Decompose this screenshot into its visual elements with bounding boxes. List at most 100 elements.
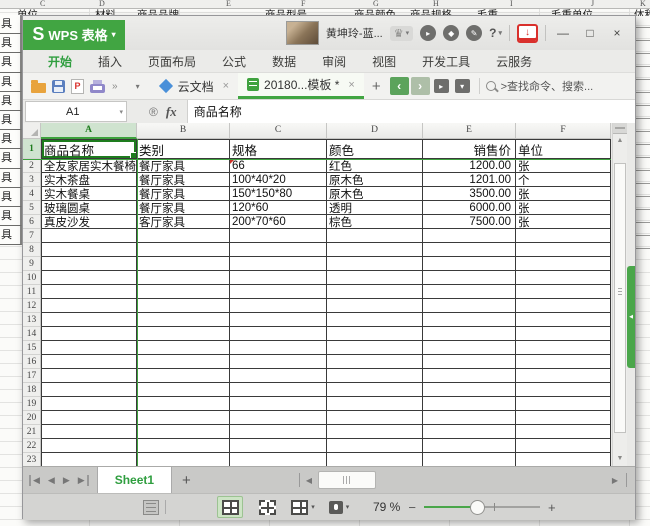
zoom-out-button[interactable]: − xyxy=(408,500,416,515)
scroll-up-icon[interactable]: ▲ xyxy=(613,134,627,148)
cell-C13[interactable] xyxy=(230,313,327,327)
cell-D7[interactable] xyxy=(327,229,423,243)
cell-E21[interactable] xyxy=(423,425,516,439)
cell-E13[interactable] xyxy=(423,313,516,327)
cell-D6[interactable]: 棕色 xyxy=(327,215,423,229)
cell-D14[interactable] xyxy=(327,327,423,341)
pointer-tools-icon[interactable]: ▾ xyxy=(455,79,470,93)
cell-B1[interactable]: 类别 xyxy=(137,139,230,159)
zoom-slider-handle[interactable] xyxy=(470,500,485,515)
row-header-10[interactable]: 10 xyxy=(23,271,41,285)
split-handle[interactable] xyxy=(613,123,627,134)
cell-C23[interactable] xyxy=(230,453,327,466)
row-header-2[interactable]: 2 xyxy=(23,159,41,173)
cell-F18[interactable] xyxy=(516,383,611,397)
open-folder-icon[interactable] xyxy=(31,83,46,93)
cell-E7[interactable] xyxy=(423,229,516,243)
cell-E5[interactable]: 6000.00 xyxy=(423,201,516,215)
select-all-corner[interactable] xyxy=(23,123,41,139)
row-header-15[interactable]: 15 xyxy=(23,341,41,355)
close-tab-icon[interactable]: × xyxy=(223,80,229,92)
cell-F13[interactable] xyxy=(516,313,611,327)
cell-F22[interactable] xyxy=(516,439,611,453)
cell-F9[interactable] xyxy=(516,257,611,271)
cell-D4[interactable]: 原木色 xyxy=(327,187,423,201)
cell-F6[interactable]: 张 xyxy=(516,215,611,229)
docer-icon[interactable]: ▸ xyxy=(420,25,436,41)
reading-mode-button[interactable]: ▾ xyxy=(327,497,351,517)
vertical-scrollbar[interactable]: ▲ ▼ xyxy=(612,123,627,466)
print-icon[interactable] xyxy=(90,84,105,93)
cell-D17[interactable] xyxy=(327,369,423,383)
cell-C12[interactable] xyxy=(230,299,327,313)
ribbon-tab[interactable]: 页面布局 xyxy=(135,53,209,70)
cell-B11[interactable] xyxy=(137,285,230,299)
next-sheet-icon[interactable]: ▶ xyxy=(59,475,74,486)
column-header-D[interactable]: D xyxy=(327,123,423,139)
cell-C6[interactable]: 200*70*60 xyxy=(230,215,327,229)
cell-A21[interactable] xyxy=(41,425,137,439)
row-header-1[interactable]: 1 xyxy=(23,139,41,159)
more-tools-icon[interactable]: » xyxy=(112,81,118,92)
cell-D9[interactable] xyxy=(327,257,423,271)
cell-C21[interactable] xyxy=(230,425,327,439)
cell-A8[interactable] xyxy=(41,243,137,257)
add-sheet-button[interactable]: + xyxy=(182,472,191,489)
cell-A3[interactable]: 实木茶盘 xyxy=(41,173,137,187)
wps-menu-button[interactable]: S WPS 表格 ▾ xyxy=(23,20,125,50)
skin-icon[interactable]: ◆ xyxy=(443,25,459,41)
cell-A10[interactable] xyxy=(41,271,137,285)
cell-E3[interactable]: 1201.00 xyxy=(423,173,516,187)
save-icon[interactable] xyxy=(52,80,65,93)
cell-B12[interactable] xyxy=(137,299,230,313)
cell-E16[interactable] xyxy=(423,355,516,369)
cell-B18[interactable] xyxy=(137,383,230,397)
vertical-scrollbar-thumb[interactable] xyxy=(614,163,626,433)
cell-A16[interactable] xyxy=(41,355,137,369)
cell-D23[interactable] xyxy=(327,453,423,466)
cell-B14[interactable] xyxy=(137,327,230,341)
row-header-4[interactable]: 4 xyxy=(23,187,41,201)
cell-D21[interactable] xyxy=(327,425,423,439)
export-pdf-icon[interactable]: P xyxy=(71,79,84,94)
cell-D22[interactable] xyxy=(327,439,423,453)
cell-C3[interactable]: 100*40*20 xyxy=(230,173,327,187)
cell-C17[interactable] xyxy=(230,369,327,383)
cell-F11[interactable] xyxy=(516,285,611,299)
cell-F17[interactable] xyxy=(516,369,611,383)
row-header-23[interactable]: 23 xyxy=(23,453,41,466)
cell-F19[interactable] xyxy=(516,397,611,411)
row-header-6[interactable]: 6 xyxy=(23,215,41,229)
cell-B21[interactable] xyxy=(137,425,230,439)
cell-C22[interactable] xyxy=(230,439,327,453)
cell-D16[interactable] xyxy=(327,355,423,369)
cell-E9[interactable] xyxy=(423,257,516,271)
cell-F20[interactable] xyxy=(516,411,611,425)
close-button[interactable]: × xyxy=(607,26,627,40)
cell-A13[interactable] xyxy=(41,313,137,327)
cell-B13[interactable] xyxy=(137,313,230,327)
cell-A22[interactable] xyxy=(41,439,137,453)
user-avatar[interactable] xyxy=(286,21,319,45)
cell-E19[interactable] xyxy=(423,397,516,411)
doc-tab-cloud[interactable]: 云文档 × xyxy=(150,73,238,99)
cell-D1[interactable]: 颜色 xyxy=(327,139,423,159)
ribbon-tab[interactable]: 云服务 xyxy=(483,53,545,70)
cell-B2[interactable]: 餐厅家具 xyxy=(137,159,230,173)
previous-sheet-icon[interactable]: ◀ xyxy=(44,475,59,486)
cell-E17[interactable] xyxy=(423,369,516,383)
cell-D11[interactable] xyxy=(327,285,423,299)
cell-E15[interactable] xyxy=(423,341,516,355)
doc-tab-active-workbook[interactable]: 20180...模板 * × xyxy=(238,73,364,99)
cell-F8[interactable] xyxy=(516,243,611,257)
insert-function-icon[interactable]: fx xyxy=(166,104,177,120)
name-box[interactable]: A1 ▾ xyxy=(25,101,127,122)
cell-E23[interactable] xyxy=(423,453,516,466)
cell-D15[interactable] xyxy=(327,341,423,355)
cell-C1[interactable]: 规格 xyxy=(230,139,327,159)
horizontal-scrollbar-thumb[interactable] xyxy=(318,471,376,489)
cell-B8[interactable] xyxy=(137,243,230,257)
presentation-mode-icon[interactable]: ▸ xyxy=(434,79,449,93)
cell-B9[interactable] xyxy=(137,257,230,271)
cell-D18[interactable] xyxy=(327,383,423,397)
